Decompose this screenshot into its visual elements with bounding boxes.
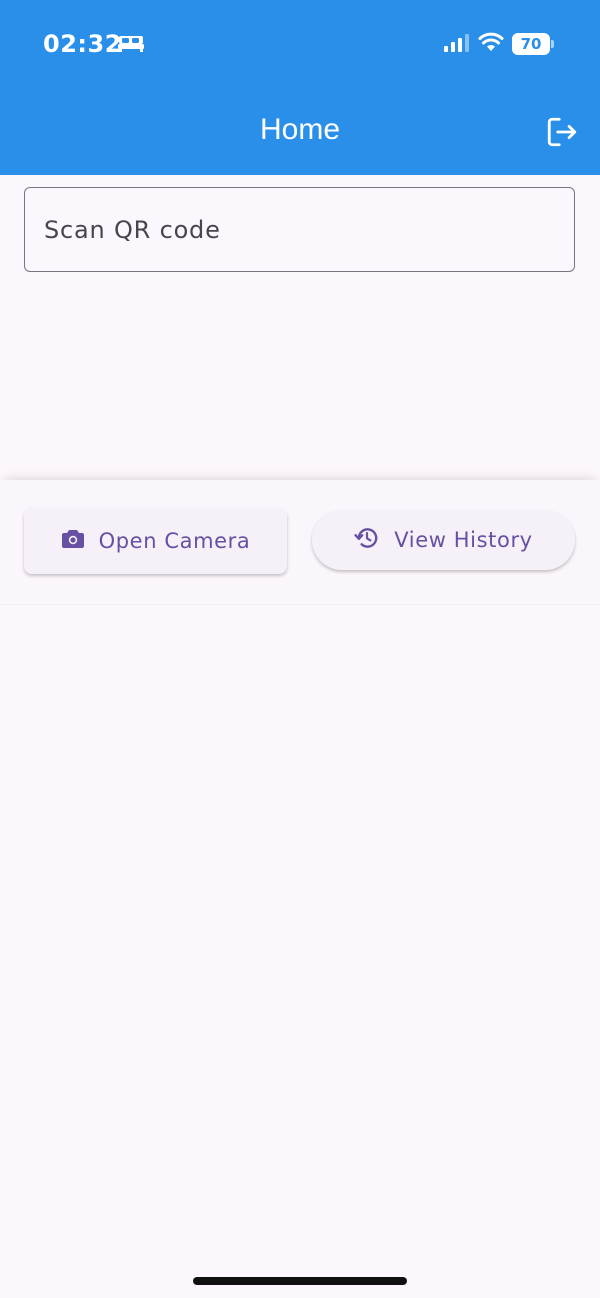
status-bar: 02:32 70 <box>0 0 600 90</box>
logout-icon <box>545 115 579 153</box>
camera-icon <box>61 529 85 554</box>
home-indicator[interactable] <box>193 1277 407 1285</box>
view-history-label: View History <box>394 528 533 552</box>
sleep-bed-icon <box>118 33 144 57</box>
wifi-icon <box>478 32 504 56</box>
battery-icon: 70 <box>512 33 554 55</box>
open-camera-button[interactable]: Open Camera <box>24 508 287 574</box>
battery-level: 70 <box>520 35 542 53</box>
app-bar: 02:32 70 Home <box>0 0 600 175</box>
page-title: Home <box>259 113 341 146</box>
scan-qr-input[interactable] <box>24 187 575 272</box>
cellular-signal-icon <box>444 34 470 56</box>
logout-button[interactable] <box>540 112 584 156</box>
open-camera-label: Open Camera <box>98 529 251 553</box>
view-history-button[interactable]: View History <box>312 510 575 570</box>
action-panel: Open Camera View History <box>0 480 600 604</box>
status-time: 02:32 <box>43 30 122 58</box>
history-icon <box>354 525 380 556</box>
